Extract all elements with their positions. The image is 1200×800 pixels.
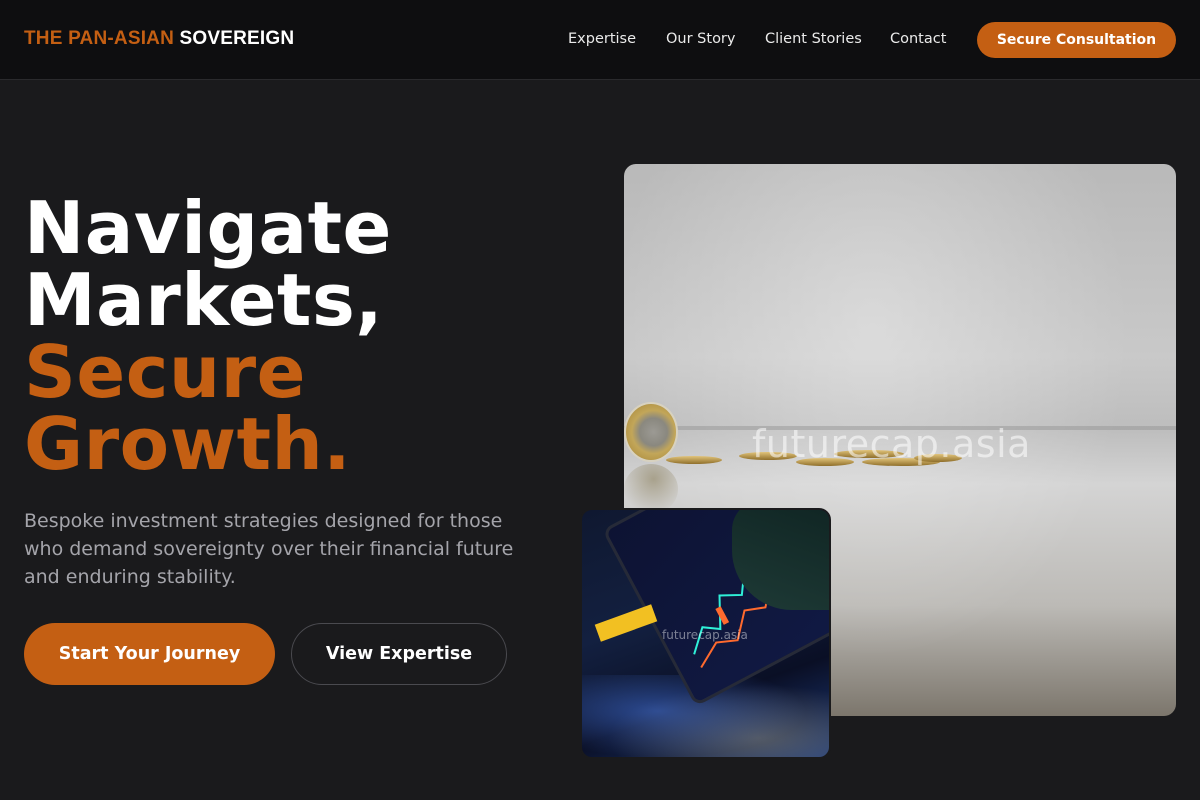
sticky-note [594, 604, 658, 642]
coin-reflection [624, 464, 678, 514]
nav-link-our-story[interactable]: Our Story [666, 31, 735, 47]
headline-accent-line-2: Growth. [24, 402, 352, 486]
site-header: THE PAN-ASIAN SOVEREIGN Expertise Our St… [0, 0, 1200, 80]
view-expertise-button[interactable]: View Expertise [291, 623, 507, 685]
hero-headline: Navigate Markets, Secure Growth. [24, 192, 392, 480]
nav-link-expertise[interactable]: Expertise [568, 31, 636, 47]
coin-stack [666, 456, 722, 464]
brand-logo-name: SOVEREIGN [179, 28, 295, 49]
photo-watermark-small: futurecap.asia [662, 628, 748, 642]
start-journey-button[interactable]: Start Your Journey [24, 623, 275, 685]
secure-consultation-button[interactable]: Secure Consultation [977, 22, 1176, 58]
headline-accent-line-1: Secure [24, 330, 306, 414]
nav-link-client-stories[interactable]: Client Stories [765, 31, 862, 47]
coin-icon [624, 402, 678, 462]
headline-line-2: Markets, [24, 258, 384, 342]
tablet-chart-photo: futurecap.asia [580, 508, 831, 759]
hero-subtext: Bespoke investment strategies designed f… [24, 510, 514, 588]
brand-logo-accent: THE PAN-ASIAN [24, 28, 175, 49]
photo-watermark: futurecap.asia [752, 422, 1031, 466]
nav-link-contact[interactable]: Contact [890, 31, 946, 47]
brand-logo[interactable]: THE PAN-ASIAN SOVEREIGN [24, 28, 294, 50]
headline-line-1: Navigate [24, 186, 392, 270]
